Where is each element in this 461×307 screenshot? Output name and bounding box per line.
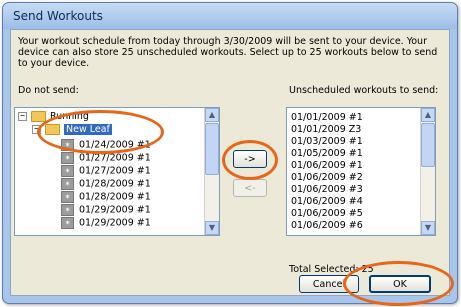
list-item[interactable]: 01/06/2009 #4	[291, 196, 363, 207]
scroll-thumb[interactable]	[421, 123, 435, 167]
workout-icon: ✶	[61, 139, 74, 151]
collapse-icon[interactable]: −	[32, 125, 41, 134]
scroll-up-icon[interactable]: ▲	[205, 108, 219, 122]
move-left-button[interactable]: <-	[233, 179, 267, 197]
tree-item-workout[interactable]: ✶ 01/28/2009 #1	[61, 191, 151, 203]
move-right-button[interactable]: ->	[233, 150, 267, 168]
scroll-thumb[interactable]	[205, 123, 219, 175]
list-scrollbar[interactable]: ▲ ▼	[420, 108, 435, 235]
scroll-down-icon[interactable]: ▼	[205, 221, 219, 235]
do-not-send-tree[interactable]: − Running − New Leaf ✶ 01/24/2009 #1 ✶ 01/27/…	[14, 107, 220, 236]
tree-node-running[interactable]: − Running	[18, 111, 89, 123]
list-item[interactable]: 01/06/2009 #2	[291, 172, 363, 183]
workout-icon: ✶	[61, 165, 74, 177]
total-selected: Total Selected: 25	[289, 264, 374, 275]
tree-item-workout[interactable]: ✶ 01/27/2009 #1	[61, 165, 151, 177]
send-list[interactable]: 01/01/2009 #1 01/01/2009 Z3 01/03/2009 #1 0…	[286, 107, 436, 236]
scroll-down-icon[interactable]: ▼	[421, 221, 435, 235]
list-item[interactable]: 01/01/2009 #1	[291, 112, 363, 123]
scroll-up-icon[interactable]: ▲	[421, 108, 435, 122]
tree-item-workout[interactable]: ✶ 01/28/2009 #1	[61, 178, 151, 190]
list-item[interactable]: 01/03/2009 #1	[291, 136, 363, 147]
folder-icon	[45, 124, 60, 135]
collapse-icon[interactable]: −	[18, 112, 27, 121]
list-item[interactable]: 01/06/2009 #1	[291, 160, 363, 171]
folder-icon	[31, 111, 46, 122]
titlebar: Send Workouts	[3, 3, 457, 29]
tree-item-workout[interactable]: ✶ 01/29/2009 #1	[61, 217, 151, 229]
workout-icon: ✶	[61, 204, 74, 216]
tree-item-workout[interactable]: ✶ 01/27/2009 #1	[61, 152, 151, 164]
do-not-send-label: Do not send:	[18, 85, 79, 96]
tree-item-workout[interactable]: ✶ 01/24/2009 #1	[61, 139, 151, 151]
workout-icon: ✶	[61, 152, 74, 164]
workout-icon: ✶	[61, 217, 74, 229]
workout-icon: ✶	[61, 178, 74, 190]
intro-text: Your workout schedule from today through…	[18, 36, 438, 69]
workout-icon: ✶	[61, 191, 74, 203]
ok-button[interactable]: OK	[369, 275, 431, 293]
list-item[interactable]: 01/06/2009 #3	[291, 184, 363, 195]
tree-scrollbar[interactable]: ▲ ▼	[204, 108, 219, 235]
cancel-button[interactable]: Cancel	[299, 275, 359, 293]
list-item[interactable]: 01/06/2009 #5	[291, 208, 363, 219]
tree-node-new-leaf[interactable]: − New Leaf	[32, 124, 112, 136]
list-item[interactable]: 01/05/2009 #1	[291, 148, 363, 159]
list-item[interactable]: 01/06/2009 #6	[291, 220, 363, 231]
dialog-title: Send Workouts	[13, 9, 103, 23]
list-item[interactable]: 01/01/2009 Z3	[291, 124, 361, 135]
unscheduled-label: Unscheduled workouts to send:	[289, 85, 439, 96]
tree-item-workout[interactable]: ✶ 01/29/2009 #1	[61, 204, 151, 216]
